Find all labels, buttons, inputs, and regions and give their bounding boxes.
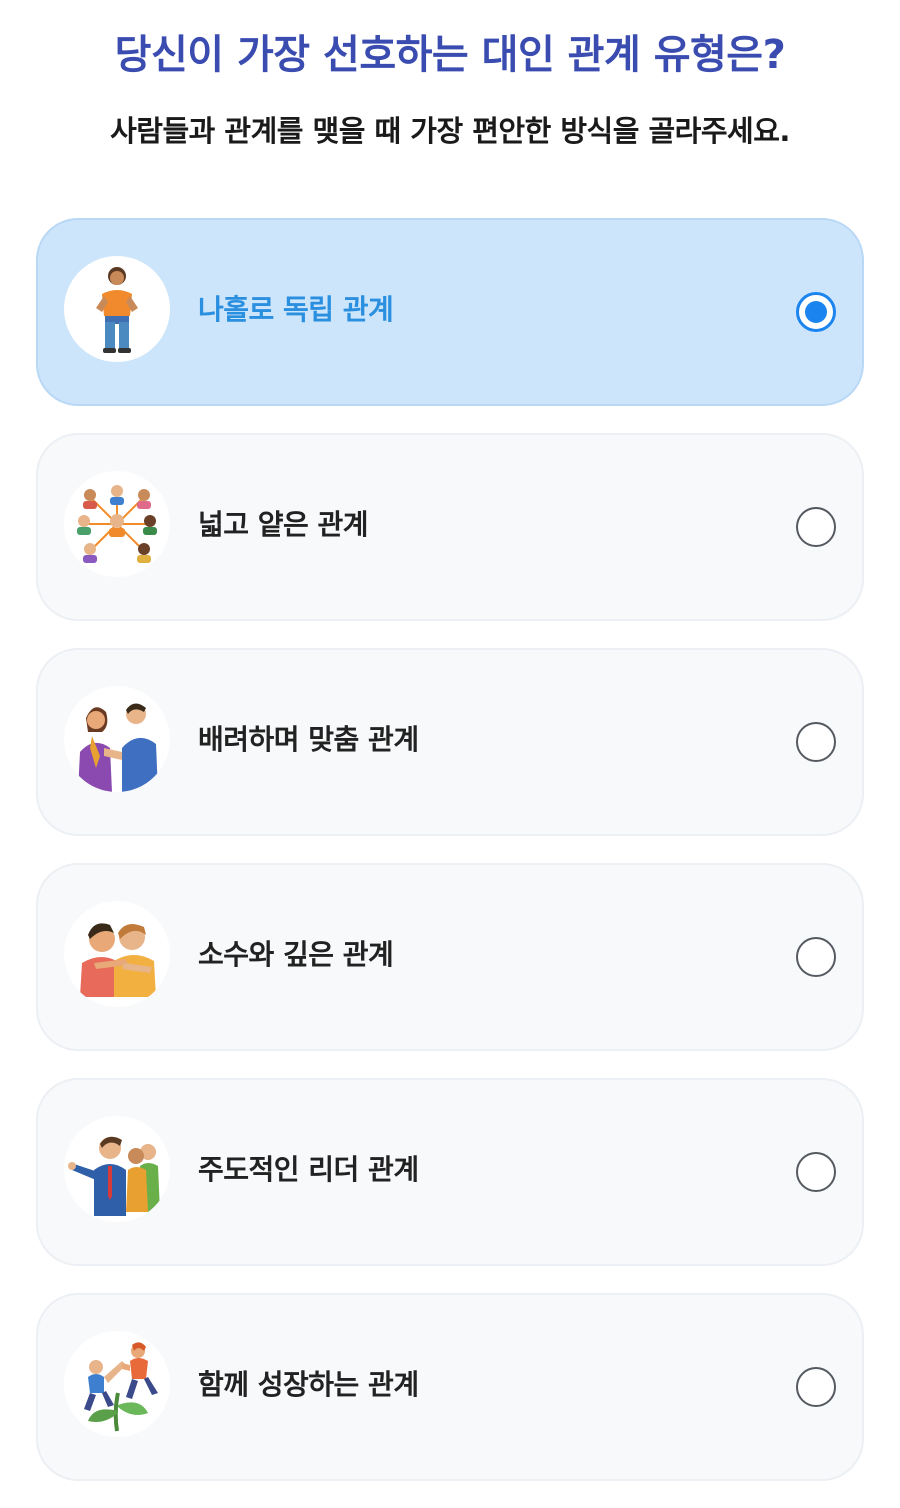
question-title: 당신이 가장 선호하는 대인 관계 유형은? [114, 32, 786, 78]
radio-button[interactable] [796, 1367, 836, 1407]
option-label: 배려하며 맞춤 관계 [198, 723, 419, 756]
question-subtitle: 사람들과 관계를 맺을 때 가장 편안한 방식을 골라주세요. [110, 114, 790, 148]
option-card-grow-together[interactable]: 함께 성장하는 관계 [36, 1293, 864, 1481]
radio-button[interactable] [796, 937, 836, 977]
option-card-independent[interactable]: 나홀로 독립 관계 [36, 218, 864, 406]
option-card-few-deep[interactable]: 소수와 깊은 관계 [36, 863, 864, 1051]
option-list: 나홀로 독립 관계 넓고 얕은 관계 배려하며 맞춤 관계 소수와 깊은 관계 … [36, 218, 864, 1508]
option-label: 넓고 얕은 관계 [198, 508, 369, 541]
standing-person-icon [64, 256, 170, 362]
option-card-wide-shallow[interactable]: 넓고 얕은 관계 [36, 433, 864, 621]
leader-pointing-icon [64, 1116, 170, 1222]
option-label: 주도적인 리더 관계 [198, 1153, 419, 1186]
option-card-leader[interactable]: 주도적인 리더 관계 [36, 1078, 864, 1266]
radio-button[interactable] [796, 722, 836, 762]
close-friends-icon [64, 901, 170, 1007]
option-label: 소수와 깊은 관계 [198, 938, 394, 971]
radio-button-selected[interactable] [796, 292, 836, 332]
radio-button[interactable] [796, 1152, 836, 1192]
climbing-together-icon [64, 1331, 170, 1437]
radio-button[interactable] [796, 507, 836, 547]
option-label: 나홀로 독립 관계 [198, 293, 394, 326]
caring-couple-icon [64, 686, 170, 792]
option-card-caring[interactable]: 배려하며 맞춤 관계 [36, 648, 864, 836]
option-label: 함께 성장하는 관계 [198, 1368, 419, 1401]
network-people-icon [64, 471, 170, 577]
